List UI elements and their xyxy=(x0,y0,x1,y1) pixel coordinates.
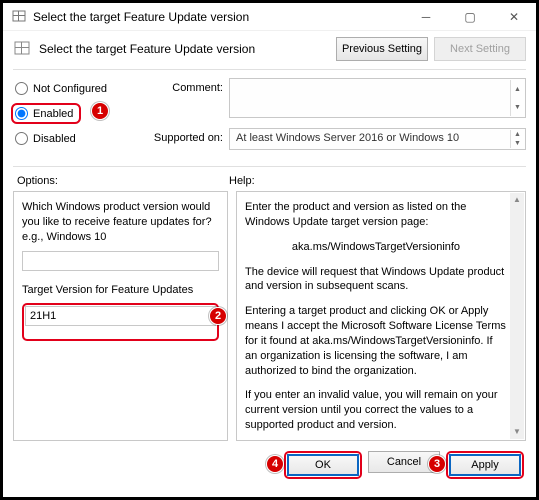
supported-row: Supported on: At least Windows Server 20… xyxy=(151,128,526,150)
supported-value: At least Windows Server 2016 or Windows … xyxy=(236,132,459,144)
policy-icon xyxy=(13,40,31,58)
annotation-3: 3 xyxy=(428,455,446,473)
header-title: Select the target Feature Update version xyxy=(39,42,330,56)
help-scrollbar[interactable]: ▲ ▼ xyxy=(510,193,524,439)
comment-row: Comment: ▲▼ xyxy=(151,78,526,118)
previous-setting-button[interactable]: Previous Setting xyxy=(336,37,428,61)
help-p4: If you enter an invalid value, you will … xyxy=(245,388,507,433)
supported-box: At least Windows Server 2016 or Windows … xyxy=(229,128,526,150)
panels: Which Windows product version would you … xyxy=(3,191,536,441)
apply-button[interactable]: Apply xyxy=(449,454,521,476)
chevron-down-icon[interactable]: ▼ xyxy=(510,98,524,116)
option-q1: Which Windows product version would you … xyxy=(22,200,219,245)
radio-enabled-label: Enabled xyxy=(33,108,73,120)
meta-col: Comment: ▲▼ Supported on: At least Windo… xyxy=(151,74,526,160)
minimize-button[interactable]: ─ xyxy=(404,3,448,31)
help-p1: Enter the product and version as listed … xyxy=(245,200,507,230)
policy-icon xyxy=(11,9,27,25)
section-labels: Options: Help: xyxy=(3,167,536,191)
comment-textarea[interactable]: ▲▼ xyxy=(229,78,526,118)
chevron-up-icon: ▲ xyxy=(510,130,524,139)
radio-disabled[interactable]: Disabled xyxy=(13,128,151,149)
ok-highlight: OK 4 xyxy=(284,451,362,479)
option-q2: Target Version for Feature Updates xyxy=(22,283,219,298)
options-panel: Which Windows product version would you … xyxy=(13,191,228,441)
annotation-2: 2 xyxy=(209,307,227,325)
next-setting-button: Next Setting xyxy=(434,37,526,61)
product-version-input[interactable] xyxy=(22,251,219,271)
radio-enabled-input[interactable] xyxy=(15,107,28,120)
maximize-button[interactable]: ▢ xyxy=(448,3,492,31)
chevron-down-icon[interactable]: ▼ xyxy=(510,425,524,439)
config-area: Not Configured Enabled 1 Disabled Commen… xyxy=(3,70,536,166)
help-link: aka.ms/WindowsTargetVersioninfo xyxy=(245,240,507,255)
radio-not-configured-label: Not Configured xyxy=(33,83,107,95)
supported-label: Supported on: xyxy=(151,128,229,150)
help-p3: Entering a target product and clicking O… xyxy=(245,304,507,378)
radio-disabled-input[interactable] xyxy=(15,132,28,145)
options-label: Options: xyxy=(17,175,229,187)
annotation-4: 4 xyxy=(266,455,284,473)
chevron-up-icon[interactable]: ▲ xyxy=(510,193,524,207)
supported-scroll: ▲▼ xyxy=(510,130,524,148)
annotation-1: 1 xyxy=(91,102,109,120)
help-p2: The device will request that Windows Upd… xyxy=(245,265,507,295)
radio-not-configured-input[interactable] xyxy=(15,82,28,95)
ok-button[interactable]: OK xyxy=(287,454,359,476)
radio-disabled-label: Disabled xyxy=(33,133,76,145)
window-title: Select the target Feature Update version xyxy=(33,10,404,24)
comment-label: Comment: xyxy=(151,78,229,118)
radio-not-configured[interactable]: Not Configured xyxy=(13,78,151,99)
close-button[interactable]: ✕ xyxy=(492,3,536,31)
target-version-highlight: 2 xyxy=(22,303,219,341)
help-panel: Enter the product and version as listed … xyxy=(236,191,526,441)
chevron-up-icon[interactable]: ▲ xyxy=(510,80,524,98)
footer-buttons: OK 4 Cancel Apply 3 xyxy=(3,441,536,479)
scrollbar-track[interactable] xyxy=(510,207,524,425)
header-row: Select the target Feature Update version… xyxy=(3,31,536,69)
chevron-down-icon: ▼ xyxy=(510,139,524,148)
radio-enabled[interactable]: Enabled 1 xyxy=(13,99,151,128)
titlebar: Select the target Feature Update version… xyxy=(3,3,536,31)
apply-highlight: Apply 3 xyxy=(446,451,524,479)
state-radios: Not Configured Enabled 1 Disabled xyxy=(13,74,151,160)
target-version-input[interactable] xyxy=(25,306,216,326)
comment-scroll[interactable]: ▲▼ xyxy=(510,80,524,116)
help-label: Help: xyxy=(229,175,255,187)
